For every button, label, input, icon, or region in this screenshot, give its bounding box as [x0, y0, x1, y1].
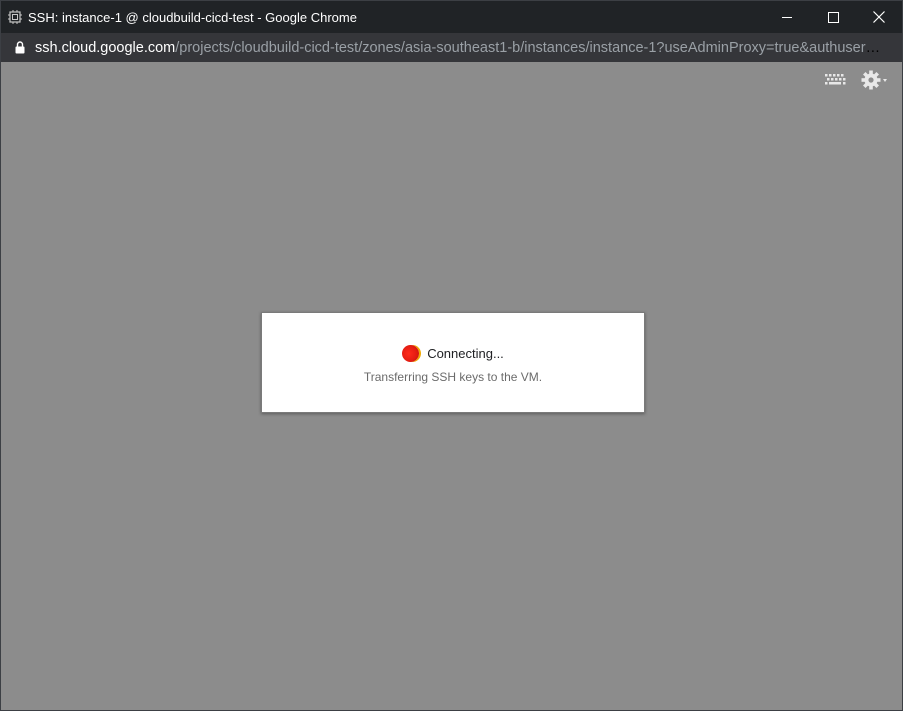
gear-icon — [861, 70, 887, 90]
maximize-button[interactable] — [810, 1, 856, 33]
ssh-terminal-area[interactable]: Connecting... Transferring SSH keys to t… — [2, 62, 901, 709]
browser-window: SSH: instance-1 @ cloudbuild-cicd-test -… — [0, 0, 903, 711]
ssh-app-icon — [8, 10, 22, 24]
keyboard-icon[interactable] — [825, 73, 847, 92]
url-host: ssh.cloud.google.com — [35, 39, 176, 56]
close-icon — [873, 11, 885, 23]
connecting-dialog: Connecting... Transferring SSH keys to t… — [261, 312, 645, 413]
minimize-button[interactable] — [764, 1, 810, 33]
close-button[interactable] — [856, 1, 902, 33]
window-controls — [764, 1, 902, 33]
status-message: Transferring SSH keys to the VM. — [363, 370, 543, 384]
loading-spinner-icon — [402, 345, 420, 362]
settings-menu-button[interactable] — [861, 70, 889, 95]
status-title: Connecting... — [427, 346, 504, 361]
minimize-icon — [781, 16, 792, 18]
url-text[interactable]: ssh.cloud.google.com/projects/cloudbuild… — [35, 40, 887, 56]
maximize-icon — [827, 11, 839, 23]
url-path: /projects/cloudbuild-cicd-test/zones/asi… — [175, 39, 887, 56]
terminal-toolbar — [825, 70, 889, 95]
title-bar[interactable]: SSH: instance-1 @ cloudbuild-cicd-test -… — [1, 1, 902, 33]
address-bar[interactable]: ssh.cloud.google.com/projects/cloudbuild… — [1, 33, 902, 62]
window-title: SSH: instance-1 @ cloudbuild-cicd-test -… — [28, 9, 357, 25]
status-row: Connecting... — [262, 345, 644, 362]
lock-icon[interactable] — [15, 41, 25, 54]
